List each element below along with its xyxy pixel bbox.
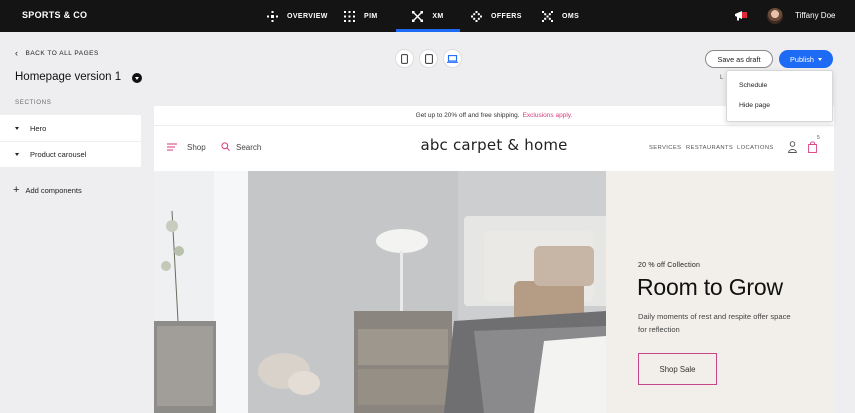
caret-down-icon[interactable] [15, 126, 19, 130]
nav-label: OMS [562, 12, 580, 20]
tablet-view-toggle[interactable] [419, 49, 438, 68]
hero-subtext: Daily moments of rest and respite offer … [638, 312, 791, 334]
bedroom-photo [154, 171, 606, 413]
grid-icon [344, 10, 355, 22]
user-icon[interactable] [788, 141, 797, 153]
top-navigation-bar: SPORTS & CO OVERVIEW PIM XM OFFERS OMS T… [0, 0, 855, 32]
back-label: BACK TO ALL PAGES [25, 49, 99, 57]
shop-sale-button[interactable]: Shop Sale [638, 353, 717, 385]
hero-eyebrow: 20 % off Collection [638, 262, 701, 269]
tablet-icon [424, 53, 433, 64]
nav-label: PIM [364, 12, 378, 20]
sections-label: SECTIONS [15, 99, 52, 106]
save-as-draft-button[interactable]: Save as draft [705, 50, 773, 68]
overview-icon [267, 10, 278, 22]
publish-label: Publish [790, 54, 814, 64]
menu-item-schedule[interactable]: Schedule [739, 82, 767, 89]
exclusions-link[interactable]: Exclusions apply. [523, 112, 573, 119]
caret-down-icon[interactable] [15, 153, 19, 156]
nav-link-locations[interactable]: LOCATIONS [737, 145, 774, 151]
avatar[interactable] [767, 8, 783, 24]
nav-offers[interactable]: OFFERS [471, 0, 522, 32]
publish-button[interactable]: Publish [779, 50, 833, 68]
nav-label: OFFERS [491, 12, 522, 20]
menu-item-hide-page[interactable]: Hide page [739, 102, 770, 109]
chevron-down-icon[interactable] [132, 73, 142, 83]
desktop-icon [447, 54, 458, 63]
mobile-icon [401, 53, 408, 64]
add-components-button[interactable]: + Add components [13, 185, 82, 196]
desktop-view-toggle[interactable] [443, 49, 462, 68]
plus-icon: + [13, 184, 20, 196]
mobile-view-toggle[interactable] [395, 49, 414, 68]
chevron-left-icon: ‹ [15, 48, 19, 58]
announcement-icon[interactable] [734, 9, 749, 27]
section-item-product-carousel[interactable]: Product carousel [0, 141, 141, 167]
nav-link-services[interactable]: SERVICES [649, 145, 681, 151]
caret-down-icon [817, 57, 822, 61]
nav-link-restaurants[interactable]: RESTAURANTS [686, 145, 733, 151]
back-to-all-pages-link[interactable]: ‹ BACK TO ALL PAGES [15, 48, 99, 58]
offers-icon [471, 10, 482, 22]
hero-text-panel: 20 % off Collection Room to Grow Daily m… [606, 171, 834, 413]
brand-name[interactable]: SPORTS & CO [22, 10, 87, 20]
publish-dropdown-menu: Schedule Hide page [726, 70, 833, 122]
hero-headline: Room to Grow [637, 274, 783, 300]
nav-xm[interactable]: XM [396, 0, 460, 32]
page-title: Homepage version 1 [15, 71, 122, 83]
oms-icon [542, 10, 553, 22]
nav-label: OVERVIEW [287, 12, 328, 20]
shopping-bag-icon[interactable] [808, 141, 817, 153]
hero-image [154, 171, 606, 413]
section-label: Product carousel [30, 150, 87, 159]
nav-oms[interactable]: OMS [542, 0, 579, 32]
bag-count-badge: 5 [817, 135, 820, 141]
user-name[interactable]: Tiffany Doe [795, 11, 835, 20]
nav-label: XM [432, 12, 444, 20]
partial-label: L [720, 75, 724, 81]
nav-pim[interactable]: PIM [344, 0, 378, 32]
page-preview: Get up to 20% off and free shipping. Exc… [154, 106, 834, 413]
promo-text: Get up to 20% off and free shipping. [415, 112, 520, 119]
site-header: Shop Search abc carpet & home SERVICES R… [154, 126, 834, 170]
nav-overview[interactable]: OVERVIEW [267, 0, 328, 32]
xm-icon [412, 10, 424, 22]
section-item-hero[interactable]: Hero [0, 115, 141, 141]
section-label: Hero [30, 123, 47, 133]
add-components-label: Add components [25, 186, 82, 195]
